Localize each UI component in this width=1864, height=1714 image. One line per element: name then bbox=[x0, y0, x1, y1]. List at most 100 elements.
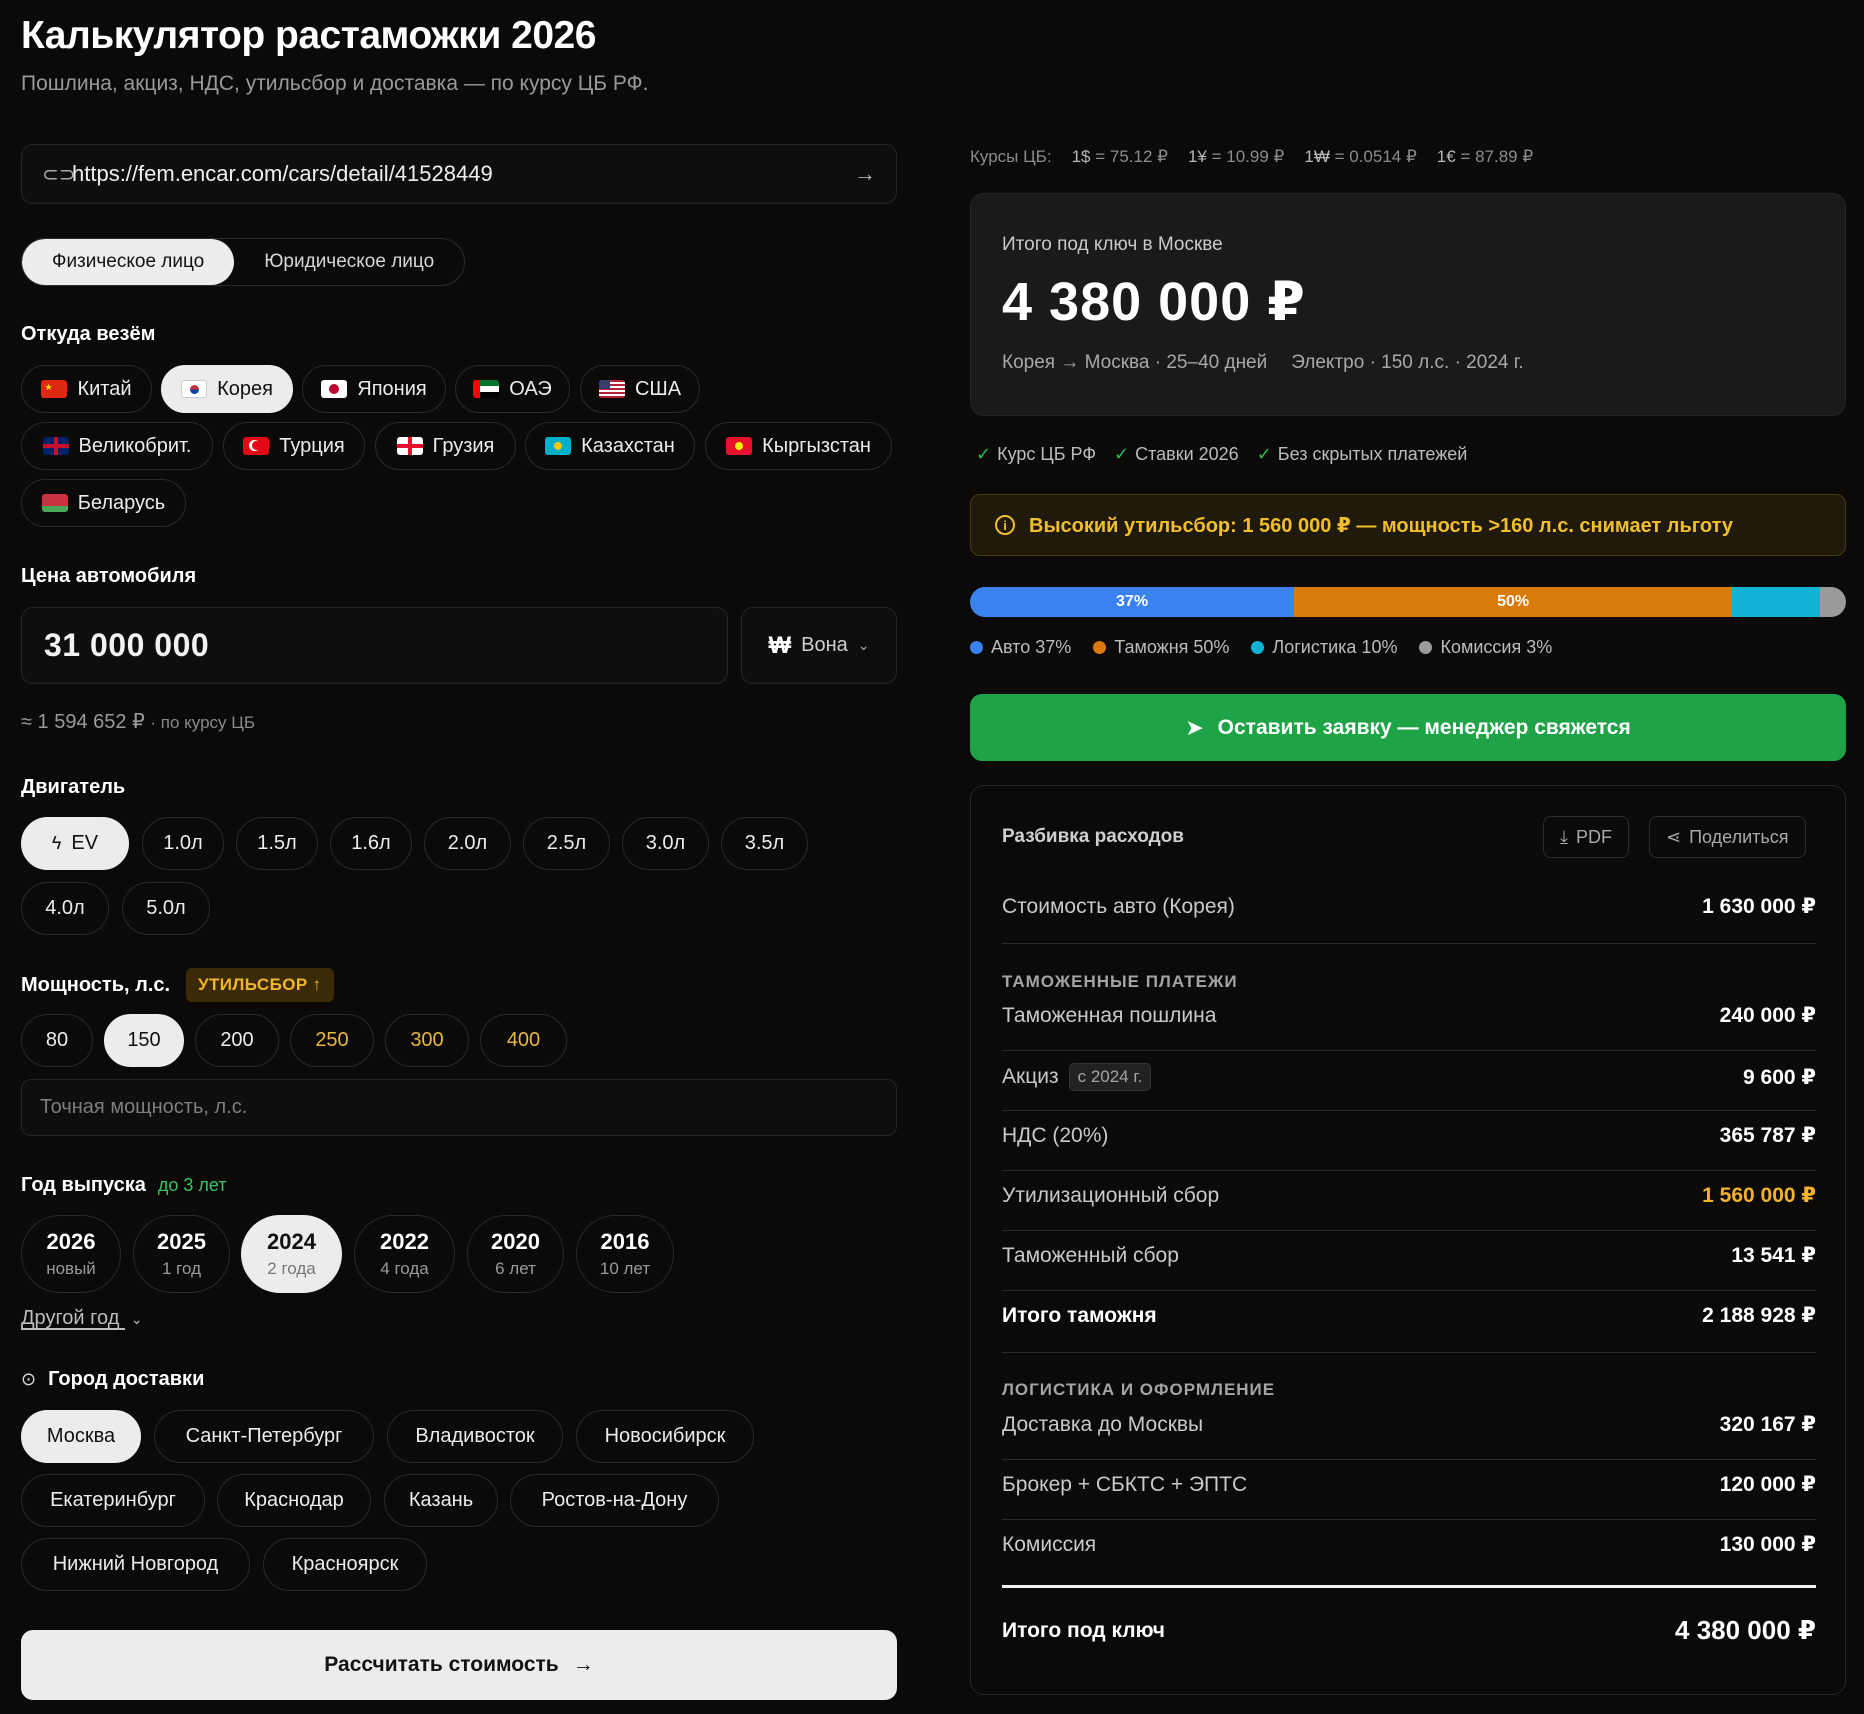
country-label: Турция bbox=[279, 434, 345, 457]
year-hint: до 3 лет bbox=[157, 1175, 227, 1195]
other-year-link[interactable]: Другой год ⌄ bbox=[21, 1307, 143, 1330]
rates-label: Курсы ЦБ: bbox=[970, 147, 1052, 166]
row-label: НДС (20%) bbox=[1002, 1123, 1109, 1147]
power-label: Мощность, л.с. bbox=[21, 974, 171, 996]
engine-chip[interactable]: 1.0л bbox=[142, 817, 224, 870]
breakdown-row-commission: Комиссия 130 000 ₽ bbox=[1002, 1532, 1816, 1557]
arrow-right-icon[interactable]: → bbox=[854, 161, 876, 187]
power-chip[interactable]: 200 bbox=[195, 1014, 279, 1067]
submit-request-button[interactable]: ➤ Оставить заявку — менеджер свяжется bbox=[970, 694, 1846, 761]
guarantee-item: ✓ Без скрытых платежей bbox=[1257, 444, 1468, 465]
divider bbox=[1002, 1290, 1816, 1291]
engine-chip[interactable]: 1.6л bbox=[330, 817, 412, 870]
row-value: 13 541 ₽ bbox=[1731, 1244, 1816, 1267]
power-chip[interactable]: 250 bbox=[290, 1014, 374, 1067]
country-chip-georgia[interactable]: Грузия bbox=[375, 422, 516, 470]
city-chip[interactable]: Красноярск bbox=[263, 1538, 427, 1591]
power-chip[interactable]: 80 bbox=[21, 1014, 93, 1067]
rate-value: = 10.99 ₽ bbox=[1211, 147, 1285, 166]
country-chip-kazakhstan[interactable]: Казахстан bbox=[525, 422, 695, 470]
city-chip[interactable]: Санкт-Петербург bbox=[154, 1410, 374, 1463]
country-label: ОАЭ bbox=[509, 377, 552, 400]
url-input-value[interactable]: https://fem.encar.com/cars/detail/415284… bbox=[72, 161, 854, 187]
row-value: 320 167 ₽ bbox=[1719, 1413, 1816, 1436]
engine-chip[interactable]: 2.0л bbox=[424, 817, 511, 870]
share-button[interactable]: ⋖ Поделиться bbox=[1649, 816, 1806, 858]
breakdown-row-broker: Брокер + СБКТС + ЭПТС 120 000 ₽ bbox=[1002, 1472, 1816, 1497]
year-chip[interactable]: 2016 10 лет bbox=[576, 1215, 674, 1293]
year-age: 10 лет bbox=[599, 1259, 651, 1278]
engine-chip[interactable]: 3.0л bbox=[622, 817, 709, 870]
year-chip[interactable]: 2025 1 год bbox=[133, 1215, 230, 1293]
power-chip[interactable]: 300 bbox=[385, 1014, 469, 1067]
georgia-flag-icon bbox=[396, 437, 423, 455]
divider bbox=[1002, 1519, 1816, 1520]
uae-flag-icon bbox=[473, 380, 500, 398]
row-label: Таможенный сбор bbox=[1002, 1243, 1179, 1267]
power-chip[interactable]: 150 bbox=[104, 1014, 184, 1067]
city-chip[interactable]: Москва bbox=[21, 1410, 141, 1463]
page-title: Калькулятор растаможки 2026 bbox=[21, 14, 596, 57]
divider bbox=[1002, 1050, 1816, 1051]
row-value: 365 787 ₽ bbox=[1719, 1124, 1816, 1147]
city-chip[interactable]: Новосибирск bbox=[576, 1410, 754, 1463]
country-label: Казахстан bbox=[581, 434, 675, 457]
divider bbox=[1002, 1352, 1816, 1353]
origin-label: Откуда везём bbox=[21, 323, 156, 345]
guarantee-item: ✓ Курс ЦБ РФ bbox=[976, 444, 1096, 465]
person-type-toggle[interactable]: Физическое лицо Юридическое лицо bbox=[21, 238, 466, 286]
country-chip-kyrgyzstan[interactable]: Кыргызстан bbox=[705, 422, 892, 470]
chevron-down-icon: ⌄ bbox=[857, 637, 870, 653]
city-chip[interactable]: Краснодар bbox=[217, 1474, 371, 1527]
year-chip[interactable]: 2026 новый bbox=[21, 1215, 121, 1293]
rate-usd: 1$ = 75.12 ₽ bbox=[1072, 147, 1168, 167]
engine-chip-ev[interactable]: ϟ EV bbox=[21, 817, 129, 870]
price-input[interactable]: 31 000 000 bbox=[21, 607, 728, 684]
country-chip-korea[interactable]: Корея bbox=[161, 365, 293, 413]
engine-chip[interactable]: 2.5л bbox=[523, 817, 610, 870]
engine-chip[interactable]: 5.0л bbox=[122, 882, 210, 935]
country-label: Великобрит. bbox=[78, 434, 192, 457]
country-label: Корея bbox=[217, 377, 273, 400]
exact-power-input[interactable]: Точная мощность, л.с. bbox=[21, 1079, 897, 1136]
country-chip-usa[interactable]: США bbox=[580, 365, 700, 413]
tab-legal-entity[interactable]: Юридическое лицо bbox=[234, 239, 464, 285]
city-chip[interactable]: Казань bbox=[384, 1474, 498, 1527]
city-chip[interactable]: Ростов-на-Дону bbox=[510, 1474, 719, 1527]
legend-dot bbox=[1419, 641, 1433, 654]
country-chip-japan[interactable]: Япония bbox=[302, 365, 446, 413]
year-value: 2016 bbox=[600, 1229, 650, 1254]
engine-chip[interactable]: 3.5л bbox=[721, 817, 808, 870]
year-value: 2020 bbox=[491, 1229, 540, 1254]
country-chip-turkey[interactable]: Турция bbox=[223, 422, 365, 470]
currency-select[interactable]: ₩ Вона ⌄ bbox=[741, 607, 897, 684]
bar-segment-авто: 37% bbox=[970, 587, 1295, 617]
tab-individual[interactable]: Физическое лицо bbox=[22, 239, 235, 285]
guarantees: ✓ Курс ЦБ РФ ✓ Ставки 2026 ✓ Без скрытых пл… bbox=[976, 444, 1467, 465]
other-year-label: Другой год bbox=[21, 1307, 120, 1329]
city-chip[interactable]: Владивосток bbox=[387, 1410, 563, 1463]
rate-currency: 1¥ bbox=[1187, 147, 1207, 166]
url-input[interactable]: ⊂⊃ https://fem.encar.com/cars/detail/415… bbox=[21, 144, 897, 204]
row-label: Доставка до Москвы bbox=[1002, 1412, 1204, 1436]
total-label: Итого под ключ в Москве bbox=[1002, 234, 1223, 255]
country-chip-uk[interactable]: Великобрит. bbox=[21, 422, 213, 470]
pdf-button[interactable]: ⤓ PDF bbox=[1543, 816, 1629, 858]
year-chip[interactable]: 2024 2 года bbox=[241, 1215, 342, 1293]
country-chip-belarus[interactable]: Беларусь bbox=[21, 479, 186, 527]
power-chip[interactable]: 400 bbox=[480, 1014, 567, 1067]
engine-chip[interactable]: 4.0л bbox=[21, 882, 109, 935]
cost-distribution-legend: Авто 37% Таможня 50% Логистика 10% Комиссия… bbox=[970, 637, 1552, 658]
route-info: Корея → Москва · 25–40 дней bbox=[1002, 352, 1268, 373]
year-chip[interactable]: 2022 4 года bbox=[354, 1215, 455, 1293]
breakdown-row-customs-total: Итого таможня 2 188 928 ₽ bbox=[1002, 1303, 1816, 1328]
engine-chip[interactable]: 1.5л bbox=[236, 817, 318, 870]
country-chip-uae[interactable]: ОАЭ bbox=[455, 365, 570, 413]
calculate-button[interactable]: Рассчитать стоимость → bbox=[21, 1630, 897, 1700]
year-chip[interactable]: 2020 6 лет bbox=[467, 1215, 564, 1293]
country-chip-china[interactable]: ★ Китай bbox=[21, 365, 152, 413]
row-label-text: Акциз bbox=[1002, 1065, 1059, 1088]
city-chip[interactable]: Екатеринбург bbox=[21, 1474, 205, 1527]
usa-flag-icon bbox=[598, 380, 625, 398]
city-chip[interactable]: Нижний Новгород bbox=[21, 1538, 250, 1591]
